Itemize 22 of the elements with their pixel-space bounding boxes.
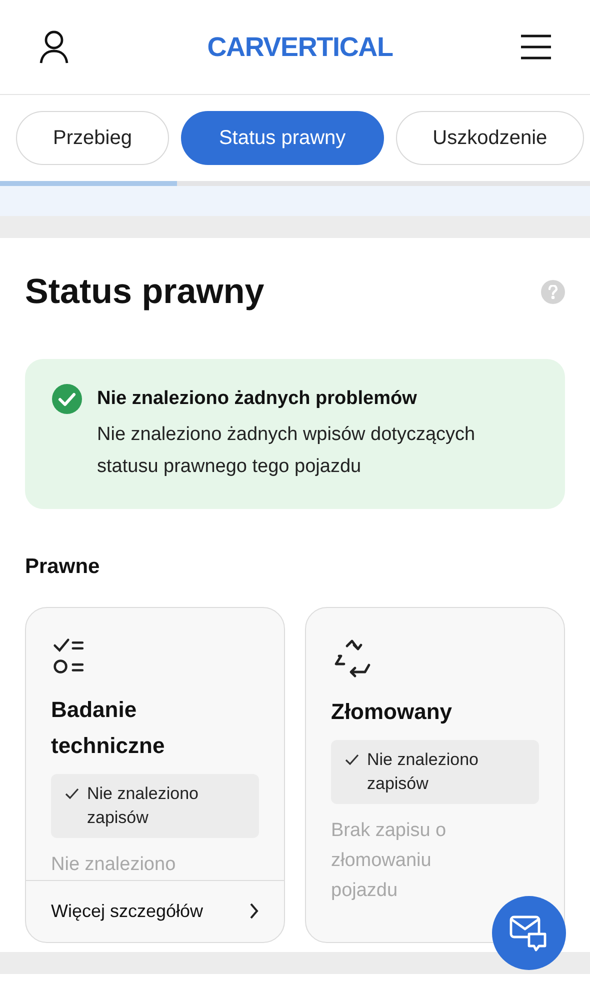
user-icon[interactable] <box>38 30 70 64</box>
logo[interactable]: CARVERTICAL <box>207 26 393 68</box>
status-text: Nie znaleziono zapisów <box>367 748 480 794</box>
status-text: Nie znaleziono zapisów <box>87 782 200 828</box>
card-description: Brak zapisu o złomowaniu pojazdu <box>331 818 448 902</box>
tab[interactable]: Przebieg <box>16 111 169 165</box>
alert-title: Nie znaleziono żadnych problemów <box>97 386 418 410</box>
group-title: Prawne <box>25 554 101 580</box>
card-title: Złomowany <box>331 698 454 726</box>
check-circle-icon <box>51 382 83 414</box>
alert-text: Nie znaleziono żadnych wpisów dotyczących statusu prawnego tego pojazdu <box>97 423 476 479</box>
check-icon <box>65 788 79 800</box>
card-title: Badanie techniczne <box>51 696 166 760</box>
chevron-right-icon <box>249 903 259 919</box>
tab[interactable]: Status prawny <box>180 111 384 165</box>
tab[interactable]: Uszkodzenie <box>396 111 584 165</box>
card-description: Nie znaleziono <box>51 852 177 876</box>
menu-icon[interactable] <box>520 34 552 60</box>
more-details-link[interactable]: Więcej szczegółów <box>26 880 284 942</box>
chat-icon <box>509 914 549 952</box>
section-title: Status prawny <box>25 271 264 313</box>
check-icon <box>345 754 359 766</box>
